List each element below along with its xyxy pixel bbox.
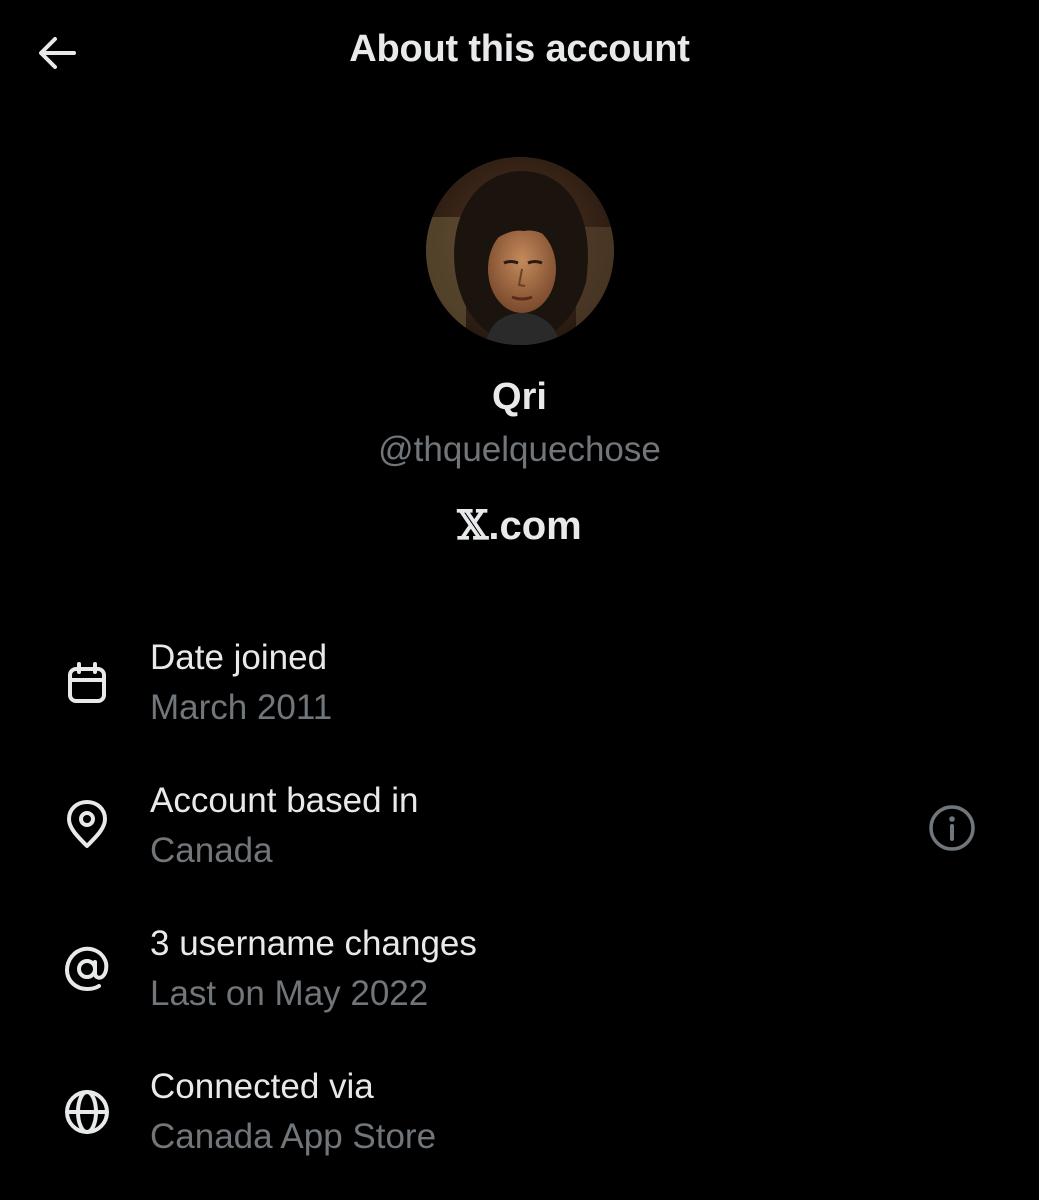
row-value: March 2011	[150, 688, 333, 727]
row-label: Connected via	[150, 1067, 374, 1106]
display-name: Qri	[492, 376, 547, 418]
brand-suffix: .com	[488, 504, 582, 548]
info-row-account-based-in: Account based in Canada	[0, 773, 1039, 893]
location-pin-icon	[60, 797, 114, 851]
x-logo-icon: 𝕏	[457, 502, 489, 549]
row-label: Date joined	[150, 638, 328, 677]
row-label: 3 username changes	[150, 924, 477, 963]
row-value: Last on May 2022	[150, 974, 429, 1013]
row-label: Account based in	[150, 781, 419, 820]
info-icon	[929, 805, 975, 851]
info-row-username-changes: 3 username changes Last on May 2022	[0, 916, 1039, 1036]
avatar-image	[426, 157, 614, 345]
account-handle: @thquelquechose	[378, 430, 661, 469]
x-brand-label: 𝕏.com	[0, 502, 1039, 549]
page-title: About this account	[349, 28, 690, 70]
avatar[interactable]	[426, 157, 614, 345]
info-row-date-joined: Date joined March 2011	[0, 630, 1039, 750]
top-bar: About this account	[0, 0, 1039, 110]
row-value: Canada App Store	[150, 1117, 437, 1156]
globe-icon	[60, 1085, 114, 1139]
info-row-connected-via: Connected via Canada App Store	[0, 1059, 1039, 1179]
calendar-icon	[60, 656, 114, 710]
info-button[interactable]	[924, 800, 980, 856]
at-sign-icon	[60, 942, 114, 996]
row-value: Canada	[150, 831, 273, 870]
